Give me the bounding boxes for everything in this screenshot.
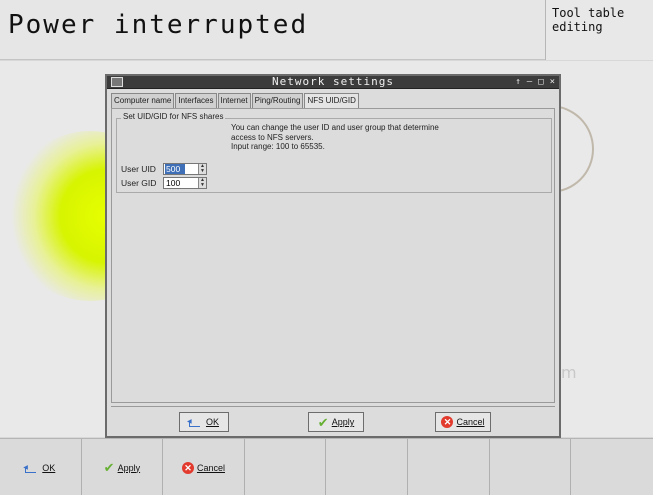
tab-panel-nfs: Set UID/GID for NFS shares You can chang… [111, 108, 555, 403]
nfs-group-box: Set UID/GID for NFS shares You can chang… [116, 112, 552, 193]
softkey-bar: OK ✔ Apply ✕ Cancel [0, 438, 653, 495]
background-text-fragment: m [561, 363, 577, 382]
gid-input[interactable] [165, 178, 194, 188]
checkmark-icon: ✔ [103, 460, 115, 475]
uid-spinbox[interactable]: ▲ ▼ [163, 163, 207, 175]
info-line: access to NFS servers. [231, 132, 314, 142]
softkey-cancel-label: Cancel [196, 462, 225, 473]
group-label: Set UID/GID for NFS shares [121, 112, 226, 121]
softkey-empty-8[interactable] [571, 439, 653, 495]
info-line: You can change the user ID and user grou… [231, 123, 439, 132]
dialog-ok-button[interactable]: OK [179, 412, 229, 432]
tab-internet[interactable]: Internet [217, 93, 251, 108]
tab-nfs-uid-gid[interactable]: NFS UID/GID [304, 93, 359, 109]
checkmark-icon: ✔ [317, 414, 329, 430]
softkey-empty-6[interactable] [408, 439, 490, 495]
network-settings-dialog: Network settings ↑ – □ × Computer name I… [105, 74, 561, 438]
softkey-empty-7[interactable] [490, 439, 572, 495]
close-icon[interactable]: × [550, 76, 555, 88]
uid-input[interactable] [165, 164, 185, 174]
gid-spinbox[interactable]: ▲ ▼ [163, 177, 207, 189]
apply-label: Apply [331, 417, 355, 427]
dialog-titlebar[interactable]: Network settings ↑ – □ × [107, 75, 559, 89]
tab-bar: Computer name Interfaces Internet Ping/R… [111, 93, 360, 109]
softkey-cancel[interactable]: ✕ Cancel [163, 439, 245, 495]
mode-indicator: Tool table editing [545, 0, 653, 60]
uid-spin-buttons[interactable]: ▲ ▼ [198, 164, 206, 174]
softkey-ok-label: OK [42, 462, 56, 473]
tab-ping-routing[interactable]: Ping/Routing [251, 93, 304, 108]
dialog-button-bar: OK ✔ Apply ✕ Cancel [111, 406, 555, 434]
dialog-apply-button[interactable]: ✔ Apply [308, 412, 364, 432]
minimize-icon[interactable]: – [527, 76, 532, 88]
info-text: You can change the user ID and user grou… [231, 123, 521, 152]
ok-icon [23, 463, 39, 473]
gid-row: User GID ▲ ▼ [121, 177, 207, 189]
uid-row: User UID ▲ ▼ [121, 163, 207, 175]
spin-down-icon[interactable]: ▼ [199, 169, 206, 174]
page-title: Power interrupted [8, 10, 309, 40]
ok-icon [187, 417, 203, 427]
tab-computer-name[interactable]: Computer name [111, 93, 175, 108]
dialog-cancel-button[interactable]: ✕ Cancel [435, 412, 491, 432]
cancel-icon: ✕ [441, 416, 454, 428]
raise-icon[interactable]: ↑ [515, 76, 520, 88]
gid-spin-buttons[interactable]: ▲ ▼ [198, 178, 206, 188]
uid-label: User UID [121, 164, 156, 174]
softkey-apply[interactable]: ✔ Apply [82, 439, 164, 495]
softkey-empty-4[interactable] [245, 439, 327, 495]
cancel-label: Cancel [456, 417, 485, 427]
softkey-ok[interactable]: OK [0, 439, 82, 495]
maximize-icon[interactable]: □ [538, 76, 543, 88]
info-line: Input range: 100 to 65535. [231, 142, 325, 151]
mode-label: Tool table editing [552, 6, 625, 34]
softkey-empty-5[interactable] [326, 439, 408, 495]
tab-interfaces[interactable]: Interfaces [175, 93, 217, 108]
window-controls: ↑ – □ × [515, 76, 555, 88]
dialog-title: Network settings [272, 75, 394, 88]
spin-down-icon[interactable]: ▼ [199, 183, 206, 188]
softkey-apply-label: Apply [117, 462, 141, 473]
cancel-icon: ✕ [181, 461, 194, 474]
gid-label: User GID [121, 178, 157, 188]
ok-label: OK [205, 417, 219, 427]
top-bar: Power interrupted Tool table editing [0, 0, 653, 60]
